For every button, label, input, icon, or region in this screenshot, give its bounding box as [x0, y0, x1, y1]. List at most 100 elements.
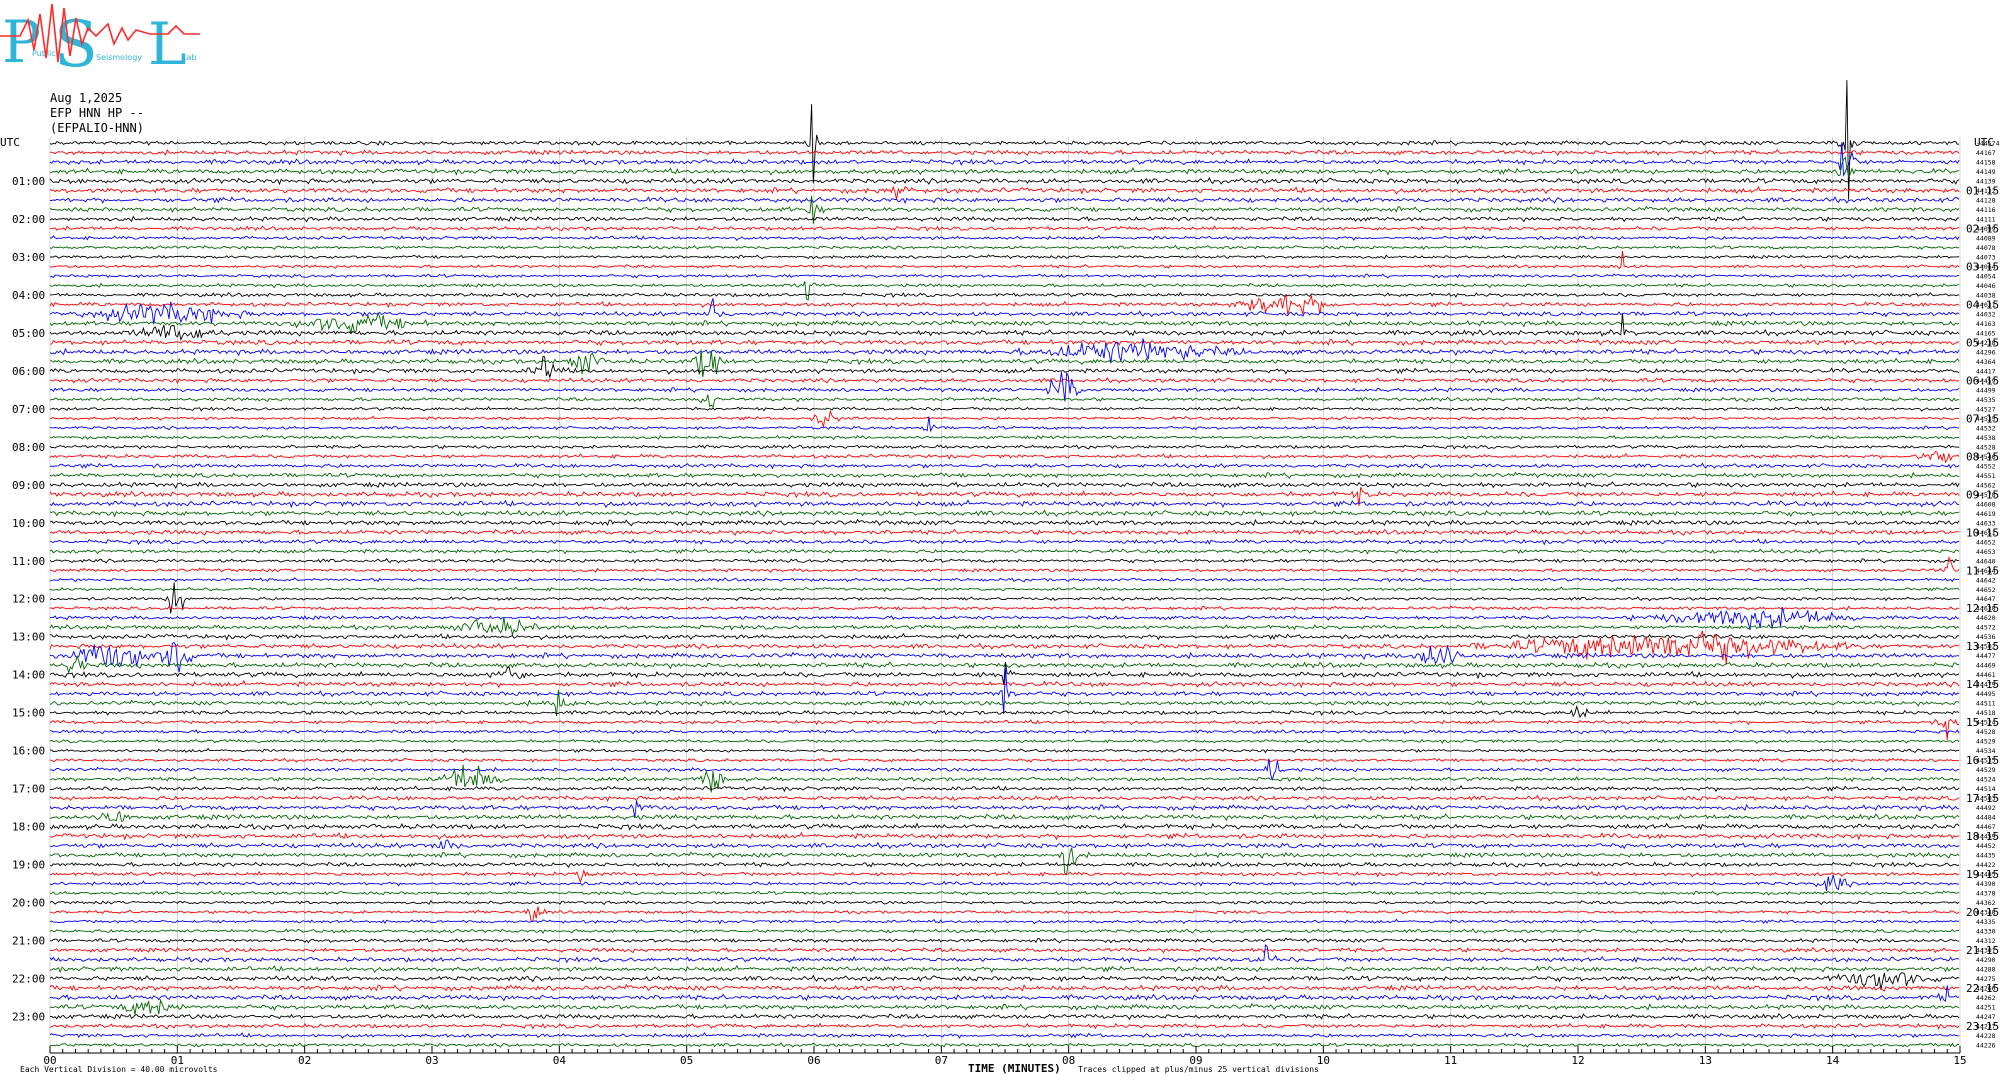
seismic-trace	[49, 394, 1960, 408]
seismic-trace	[49, 839, 1960, 850]
left-hour-label: 22:00	[12, 973, 45, 986]
seismic-trace	[49, 556, 1960, 574]
seismic-trace	[49, 937, 1960, 944]
trace-count-label: 44536	[1976, 633, 1996, 641]
trace-count-label: 44502	[1976, 643, 1996, 651]
seismic-trace	[49, 1022, 1960, 1030]
trace-count-label: 44546	[1976, 453, 1996, 461]
seismic-trace	[49, 946, 1960, 954]
left-hour-label: 06:00	[12, 365, 45, 378]
seismic-trace	[49, 509, 1960, 518]
seismic-trace	[49, 918, 1960, 925]
trace-count-label: 44237	[1976, 1023, 1996, 1031]
trace-count-label: 44529	[1976, 766, 1996, 774]
left-hour-label: 07:00	[12, 403, 45, 416]
seismic-trace	[49, 311, 1960, 334]
logo-letter-l: L	[148, 10, 187, 78]
trace-count-label: 44452	[1976, 842, 1996, 850]
seismic-trace	[49, 244, 1960, 251]
trace-count-label: 44139	[1976, 178, 1996, 186]
left-hour-label: 12:00	[12, 593, 45, 606]
left-utc-title: UTC	[0, 136, 20, 149]
trace-count-label: 44495	[1976, 690, 1996, 698]
seismic-trace	[49, 518, 1960, 527]
trace-count-label: 44499	[1976, 386, 1996, 394]
seismic-trace	[49, 225, 1960, 232]
trace-count-label: 44642	[1976, 576, 1996, 584]
seismic-trace	[49, 298, 1960, 325]
seismic-trace	[49, 434, 1960, 441]
trace-count-label: 44099	[1976, 225, 1996, 233]
seismic-trace	[49, 928, 1960, 934]
trace-count-label: 44532	[1976, 424, 1996, 432]
x-tick-label: 06	[807, 1054, 820, 1067]
trace-count-label: 44467	[1976, 823, 1996, 831]
seismic-trace	[49, 577, 1960, 583]
trace-count-label: 44620	[1976, 614, 1996, 622]
trace-count-label: 44149	[1976, 168, 1996, 176]
trace-count-label: 44459	[1976, 377, 1996, 385]
seismic-trace	[49, 355, 1960, 380]
header-station-code: (EFPALIO-HNN)	[50, 121, 144, 135]
seismic-trace	[49, 757, 1960, 763]
trace-count-label: 44477	[1976, 652, 1996, 660]
trace-count-label: 44390	[1976, 880, 1996, 888]
seismic-trace	[49, 794, 1960, 803]
trace-count-label: 44619	[1976, 510, 1996, 518]
trace-count-label: 44031	[1976, 301, 1996, 309]
seismic-trace	[49, 196, 1960, 205]
seismic-trace	[49, 983, 1960, 993]
seismic-trace	[49, 499, 1960, 509]
seismic-trace	[49, 1042, 1960, 1048]
left-hour-label: 15:00	[12, 707, 45, 720]
trace-count-label: 44535	[1976, 396, 1996, 404]
trace-count-label: 44116	[1976, 206, 1996, 214]
seismic-trace	[49, 874, 1960, 892]
trace-count-label: 44551	[1976, 472, 1996, 480]
seismic-trace	[50, 1013, 1960, 1021]
trace-count-label: 44638	[1976, 605, 1996, 613]
trace-count-label: 44572	[1976, 624, 1996, 632]
trace-count-label: 44529	[1976, 738, 1996, 746]
left-hour-label: 19:00	[12, 859, 45, 872]
seismic-trace	[50, 758, 1960, 782]
seismic-trace	[49, 294, 1960, 315]
seismic-trace	[49, 176, 1960, 186]
logo-small-seismology: Seismology	[96, 53, 142, 62]
seismic-trace	[49, 847, 1960, 875]
trace-count-label: 44262	[1976, 994, 1996, 1002]
minute-grid	[49, 137, 1961, 1051]
left-hour-label: 13:00	[12, 631, 45, 644]
left-hour-labels: 01:00 02:00 03:00 04:00 05:00 06:00 07:00 08:00…	[12, 175, 45, 1024]
trace-count-label: 44378	[1976, 890, 1996, 898]
trace-count-label: 44514	[1976, 785, 1996, 793]
trace-count-label: 44251	[1976, 1004, 1996, 1012]
trace-count-label: 44111	[1976, 216, 1996, 224]
trace-count-label: 44578	[1976, 491, 1996, 499]
trace-count-label: 44046	[1976, 282, 1996, 290]
seismic-trace	[49, 528, 1960, 536]
logo-small-lab: Lab	[182, 53, 196, 62]
x-tick-label: 15	[1953, 1054, 1966, 1067]
seismic-trace	[49, 273, 1960, 279]
left-hour-label: 20:00	[12, 897, 45, 910]
trace-count-label: 44527	[1976, 405, 1996, 413]
seismic-trace	[49, 632, 1960, 641]
trace-count-label: 44528	[1976, 443, 1996, 451]
left-hour-label: 17:00	[12, 783, 45, 796]
trace-count-label: 44228	[1976, 1032, 1996, 1040]
trace-count-label: 44461	[1976, 671, 1996, 679]
left-hour-label: 11:00	[12, 555, 45, 568]
seismic-trace	[49, 250, 1960, 270]
trace-count-label: 44128	[1976, 197, 1996, 205]
seismic-trace	[49, 1032, 1960, 1039]
left-hour-label: 23:00	[12, 1011, 45, 1024]
trace-count-label: 44405	[1976, 871, 1996, 879]
trace-count-label: 44644	[1976, 567, 1996, 575]
trace-count-label: 44647	[1976, 595, 1996, 603]
seismic-trace	[49, 377, 1960, 385]
trace-count-label: 44538	[1976, 434, 1996, 442]
seismic-trace	[49, 557, 1960, 564]
seismic-trace	[50, 785, 1960, 793]
seismic-trace	[49, 729, 1960, 735]
